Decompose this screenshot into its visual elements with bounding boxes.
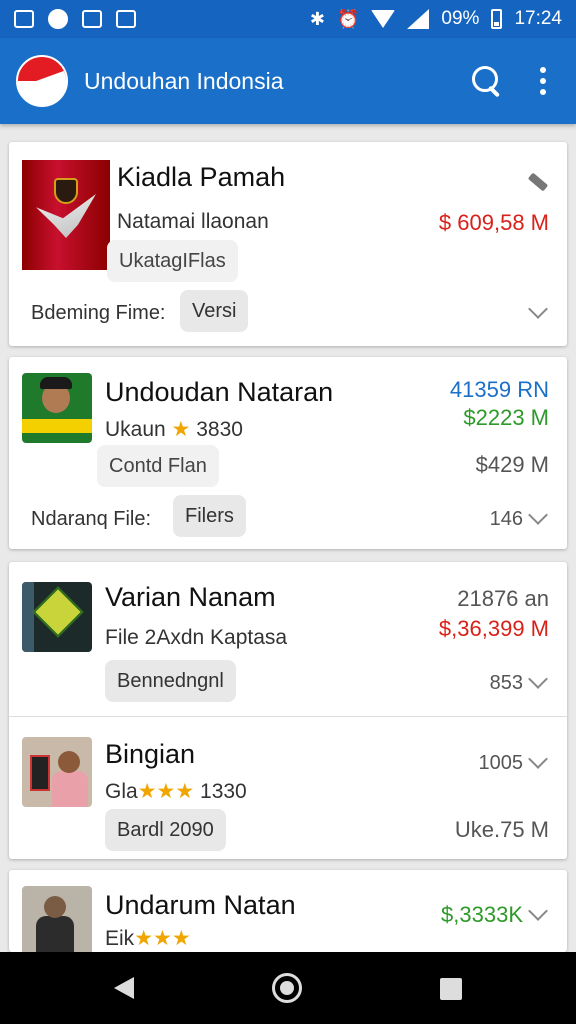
app-thumbnail bbox=[22, 737, 92, 807]
search-icon[interactable] bbox=[470, 64, 504, 98]
pin-icon[interactable] bbox=[527, 172, 549, 192]
chat-notification-icon bbox=[48, 9, 68, 29]
list-item[interactable]: Varian Nanam 21876 an File 2Axdn Kaptasa… bbox=[9, 562, 567, 716]
item-tag: Contd Flan bbox=[97, 445, 219, 487]
app-bar: Undouhan Indonsia bbox=[0, 38, 576, 124]
rating-label: Gla bbox=[105, 780, 138, 803]
item-price: $,36,399 M bbox=[438, 616, 549, 641]
signal-icon bbox=[407, 9, 430, 29]
app-thumbnail bbox=[22, 886, 92, 952]
more-options-icon[interactable] bbox=[540, 67, 546, 95]
chevron-down-icon[interactable] bbox=[528, 669, 548, 689]
item-title: Undoudan Nataran bbox=[105, 377, 334, 407]
item-meta: 21876 an bbox=[457, 586, 549, 611]
item-title: Kiadla Pamah bbox=[117, 162, 286, 192]
item-rating: Ukaun ★ 3830 bbox=[105, 417, 243, 442]
app-thumbnail bbox=[22, 582, 92, 652]
item-title: Undarum Natan bbox=[105, 890, 296, 920]
chevron-down-icon[interactable] bbox=[528, 299, 548, 319]
list-item[interactable]: Bingian 1005 Gla★★★ 1330 Bardl 2090 Uke.… bbox=[9, 717, 567, 859]
back-icon[interactable] bbox=[114, 977, 134, 999]
item-count: 853 bbox=[489, 672, 523, 694]
status-bar: ✱ ⏰ 09% 17:24 bbox=[0, 0, 576, 38]
rating-value: 1330 bbox=[200, 780, 247, 803]
battery-icon bbox=[491, 9, 503, 29]
wifi-icon bbox=[371, 10, 396, 28]
version-chip[interactable]: Versi bbox=[180, 290, 249, 332]
item-count: 1005 bbox=[478, 752, 524, 774]
item-meta: 41359 RN bbox=[449, 377, 549, 402]
app-title: Undouhan Indonsia bbox=[84, 67, 284, 94]
files-chip[interactable]: Filers bbox=[173, 495, 246, 537]
footer-label: Bdeming Fime: bbox=[31, 302, 166, 324]
recents-icon[interactable] bbox=[440, 978, 462, 1000]
item-subtitle: Natamai llaonan bbox=[117, 210, 269, 233]
image-notification-icon bbox=[14, 10, 34, 28]
app-thumbnail bbox=[22, 373, 92, 443]
rating-value: 3830 bbox=[196, 418, 243, 441]
download-notification-icon bbox=[116, 10, 136, 28]
bluetooth-icon: ✱ bbox=[309, 8, 325, 29]
list-item[interactable]: Undoudan Nataran 41359 RN $2223 M Ukaun … bbox=[9, 357, 567, 549]
list-item[interactable]: Undarum Natan $,3333K Eik★★★ bbox=[9, 870, 567, 952]
item-size: Uke.75 M bbox=[454, 817, 549, 842]
chevron-down-icon[interactable] bbox=[528, 505, 548, 525]
item-price: $,3333K bbox=[441, 902, 523, 927]
item-size: $429 M bbox=[475, 452, 549, 477]
item-chip[interactable]: Bardl 2090 bbox=[105, 809, 226, 851]
item-rating: Eik★★★ bbox=[105, 926, 191, 951]
star-icon: ★★★ bbox=[134, 927, 191, 950]
footer-label: Ndaranq File: bbox=[31, 508, 152, 530]
item-rating: Gla★★★ 1330 bbox=[105, 779, 247, 804]
home-icon[interactable] bbox=[272, 973, 302, 1003]
battery-percent: 09% bbox=[441, 8, 480, 29]
item-count: 146 bbox=[489, 508, 523, 530]
item-title: Bingian bbox=[105, 739, 196, 769]
star-icon: ★ bbox=[171, 418, 191, 441]
chevron-down-icon[interactable] bbox=[528, 749, 548, 769]
system-nav-bar bbox=[0, 952, 576, 1024]
chevron-down-icon[interactable] bbox=[528, 901, 548, 921]
calendar-notification-icon bbox=[82, 10, 102, 28]
rating-label: Eik bbox=[105, 927, 135, 950]
rating-label: Ukaun bbox=[105, 418, 166, 441]
alarm-icon: ⏰ bbox=[337, 8, 360, 29]
list-group: Varian Nanam 21876 an File 2Axdn Kaptasa… bbox=[9, 562, 567, 859]
item-price: $ 609,58 M bbox=[438, 210, 549, 235]
item-tag: UkatagIFlas bbox=[107, 240, 238, 282]
clock: 17:24 bbox=[514, 8, 562, 29]
list-item[interactable]: Kiadla Pamah Natamai llaonan $ 609,58 M … bbox=[9, 142, 567, 346]
star-icon: ★★★ bbox=[137, 780, 195, 803]
app-thumbnail bbox=[22, 160, 110, 270]
item-chip[interactable]: Bennedngnl bbox=[105, 660, 236, 702]
app-logo bbox=[16, 55, 68, 107]
item-subtitle: File 2Axdn Kaptasa bbox=[105, 626, 288, 649]
item-title: Varian Nanam bbox=[105, 582, 276, 612]
item-price: $2223 M bbox=[463, 405, 549, 430]
